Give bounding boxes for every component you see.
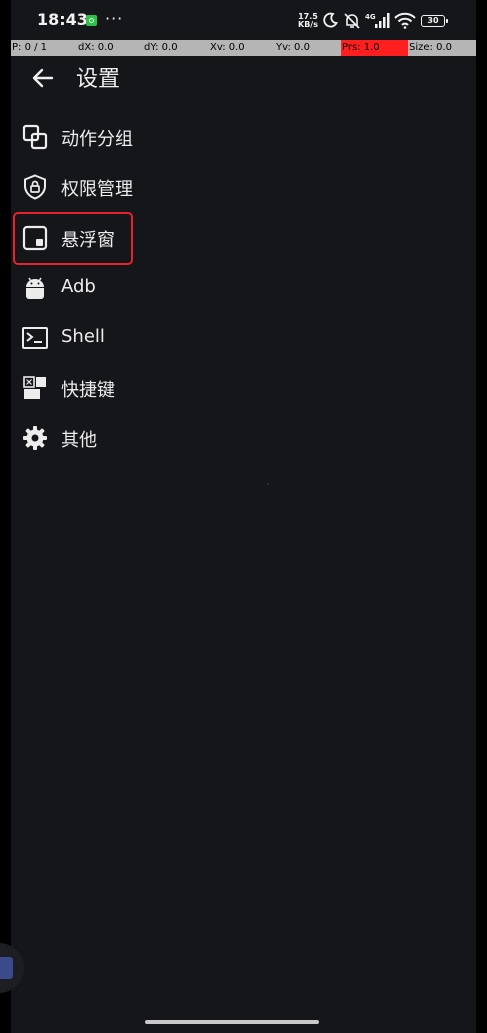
menu-item-label: 权限管理 [61,179,133,200]
menu-item-permissions[interactable]: 权限管理 [11,162,476,212]
svg-text:4G: 4G [365,13,376,21]
pointer-location-bar: P: 0 / 1 dX: 0.0 dY: 0.0 Xv: 0.0 Yv: 0.0… [11,40,476,56]
android-icon [26,277,44,299]
menu-item-label: Adb [61,276,96,297]
layers-icon [22,124,48,150]
screen: 18:43 ··· 17.5 KB/s 4G 30 P: 0 / 1 dX: 0… [11,0,476,1033]
menu-item-label: 其他 [61,430,97,451]
terminal-icon [22,327,48,349]
menu-item-label: 动作分组 [61,129,133,150]
more-notifications-icon: ··· [105,9,124,28]
network-speed-unit: KB/s [298,20,318,29]
pointer-count: P: 0 / 1 [12,42,48,53]
menu-item-floating-window[interactable]: 悬浮窗 [11,213,476,263]
wifi-icon [394,12,416,29]
menu-item-action-groups[interactable]: 动作分组 [11,112,476,162]
battery-icon: 30 [421,15,448,27]
shield-lock-icon [24,174,46,200]
moon-icon [323,12,338,28]
pointer-yv: Yv: 0.0 [276,42,310,53]
stray-dot [267,483,269,485]
home-indicator[interactable] [145,1020,319,1024]
pointer-dx: dX: 0.0 [78,42,114,53]
pointer-pressure: Prs: 1.0 [341,40,408,56]
gear-icon [23,426,47,450]
menu-item-shortcuts[interactable]: 快捷键 [11,363,476,413]
status-time: 18:43 [37,10,88,29]
menu-item-label: 悬浮窗 [61,230,115,251]
menu-item-adb[interactable]: Adb [11,263,476,313]
menu-item-label: Shell [61,326,105,347]
floating-window-icon [0,957,13,979]
page-title: 设置 [76,67,121,92]
menu-item-other[interactable]: 其他 [11,413,476,463]
menu-item-shell[interactable]: Shell [11,313,476,363]
menu-item-label: 快捷键 [61,380,115,401]
pointer-dy: dY: 0.0 [144,42,178,53]
network-speed: 17.5 KB/s [298,13,318,29]
pointer-size: Size: 0.0 [409,42,452,53]
app-notification-icon [86,15,97,26]
picture-in-picture-icon [22,225,48,251]
muted-bell-icon [344,13,360,29]
arrow-left-icon[interactable] [29,64,57,92]
shortcut-icon [23,376,46,399]
app-bar: 设置 [11,56,476,100]
pointer-xv: Xv: 0.0 [210,42,245,53]
cellular-signal-icon: 4G [365,13,390,28]
status-bar: 18:43 ··· 17.5 KB/s 4G 30 [11,0,476,40]
